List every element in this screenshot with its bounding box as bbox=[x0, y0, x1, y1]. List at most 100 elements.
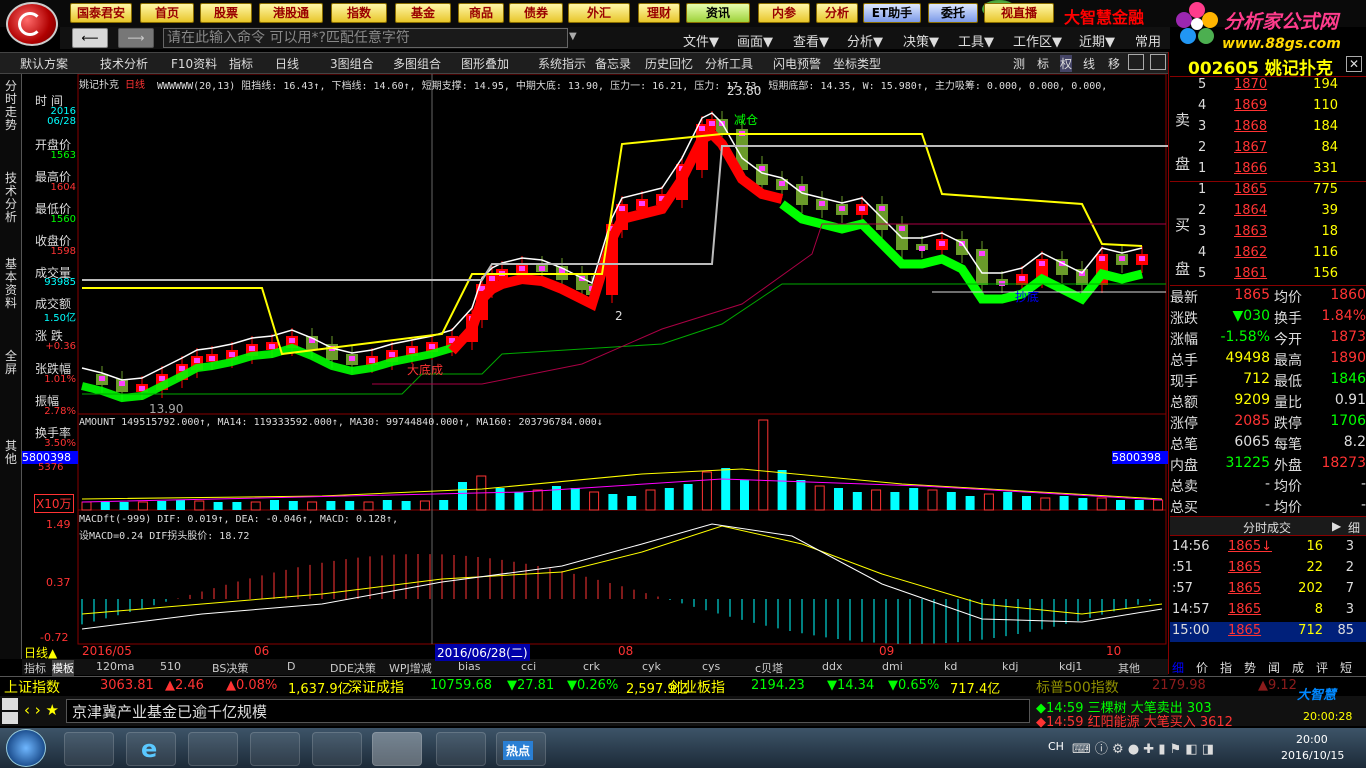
nav-button-0[interactable]: 国泰君安 bbox=[70, 3, 132, 23]
news-headline[interactable]: 京津冀产业基金已逾千亿规模 bbox=[72, 701, 267, 722]
left-tab-4[interactable]: 其他 bbox=[2, 440, 20, 466]
indicator-tab-9[interactable]: cci bbox=[521, 660, 536, 673]
indicator-tab-12[interactable]: cys bbox=[702, 660, 720, 673]
indicator-tab-16[interactable]: kd bbox=[944, 660, 957, 673]
scroll-down-button[interactable] bbox=[2, 712, 18, 724]
index-name-2[interactable]: 创业板指 bbox=[669, 677, 725, 697]
dzh-app-icon[interactable] bbox=[372, 732, 422, 766]
bid-row-1[interactable]: 2 1864 39 bbox=[1198, 203, 1366, 224]
start-button[interactable] bbox=[6, 729, 46, 767]
tray-icons[interactable]: ⌨ ⓘ ⚙ ● ✚ ▮ ⚑ ◧ ◨ bbox=[1072, 738, 1242, 757]
indicator-tab-3[interactable]: 510 bbox=[160, 660, 181, 673]
forward-button[interactable]: ⟶ bbox=[118, 28, 154, 48]
nav-button-3[interactable]: 港股通 bbox=[259, 3, 323, 23]
media-player-icon[interactable] bbox=[64, 732, 114, 766]
ask-row-0[interactable]: 5 1870 194 bbox=[1198, 77, 1366, 98]
toolbar-icon-2[interactable]: 权 bbox=[1060, 55, 1073, 72]
ticks-detail-button[interactable]: 细 bbox=[1348, 519, 1360, 536]
left-tab-0[interactable]: 分时走势 bbox=[2, 80, 20, 132]
indicator-tab-13[interactable]: c贝塔 bbox=[755, 660, 783, 676]
toolbar-icon-3[interactable]: 线 bbox=[1083, 55, 1095, 72]
indicator-tab-19[interactable]: 其他 bbox=[1118, 660, 1140, 676]
quote-tab-4[interactable]: 闻 bbox=[1268, 659, 1280, 676]
menu-item-7[interactable]: 近期▼ bbox=[1079, 31, 1115, 50]
toolbar-item-10[interactable]: 历史回忆 bbox=[645, 55, 693, 72]
toolbar-item-9[interactable]: 备忘录 bbox=[595, 55, 631, 72]
ask-row-2[interactable]: 3 1868 184 bbox=[1198, 119, 1366, 140]
ime-indicator[interactable]: CH bbox=[1048, 740, 1064, 753]
indicator-tab-2[interactable]: 120ma bbox=[96, 660, 134, 673]
nav-button-2[interactable]: 股票 bbox=[200, 3, 252, 23]
ie-browser-icon[interactable]: e bbox=[126, 732, 176, 766]
nav-button-14[interactable]: 委托 bbox=[928, 3, 978, 23]
toolbar-item-5[interactable]: 3图组合 bbox=[330, 55, 374, 72]
indicator-tab-11[interactable]: cyk bbox=[642, 660, 661, 673]
toolbar-item-8[interactable]: 系统指示 bbox=[538, 55, 586, 72]
toolbar-icon-1[interactable]: 标 bbox=[1037, 55, 1049, 72]
nav-button-9[interactable]: 理财 bbox=[638, 3, 680, 23]
folder-icon[interactable] bbox=[188, 732, 238, 766]
dropdown-icon[interactable]: ▼ bbox=[569, 31, 577, 42]
weibo-icon[interactable] bbox=[312, 732, 362, 766]
menu-item-5[interactable]: 工具▼ bbox=[958, 31, 994, 50]
nav-button-6[interactable]: 商品 bbox=[458, 3, 504, 23]
nav-button-10[interactable]: 资讯 bbox=[686, 3, 750, 23]
bid-row-3[interactable]: 4 1862 116 bbox=[1198, 245, 1366, 266]
menu-item-6[interactable]: 工作区▼ bbox=[1013, 31, 1062, 50]
toolbar-icon-0[interactable]: 测 bbox=[1013, 55, 1025, 72]
index-name-0[interactable]: 上证指数 bbox=[4, 677, 60, 697]
indicator-tab-0[interactable]: 指标 bbox=[24, 660, 46, 676]
ask-row-4[interactable]: 1 1866 331 bbox=[1198, 161, 1366, 182]
quote-tab-3[interactable]: 势 bbox=[1244, 659, 1256, 676]
toolbar-item-13[interactable]: 坐标类型 bbox=[833, 55, 881, 72]
index-name-1[interactable]: 深证成指 bbox=[348, 677, 404, 697]
command-input[interactable]: 请在此输入命令 可以用*?匹配任意字符 bbox=[163, 28, 568, 48]
indicator-tab-1[interactable]: 模板 bbox=[52, 660, 74, 676]
bid-row-2[interactable]: 3 1863 18 bbox=[1198, 224, 1366, 245]
indicator-tab-14[interactable]: ddx bbox=[822, 660, 842, 673]
toolbar-item-11[interactable]: 分析工具 bbox=[705, 55, 753, 72]
nav-button-7[interactable]: 债券 bbox=[509, 3, 563, 23]
toolbar-item-6[interactable]: 多图组合 bbox=[393, 55, 441, 72]
quote-tab-1[interactable]: 价 bbox=[1196, 659, 1208, 676]
indicator-tab-17[interactable]: kdj bbox=[1002, 660, 1018, 673]
nav-button-4[interactable]: 指数 bbox=[331, 3, 387, 23]
left-tab-1[interactable]: 技术分析 bbox=[2, 172, 20, 224]
bid-row-0[interactable]: 1 1865 775 bbox=[1198, 182, 1366, 203]
indicator-tab-7[interactable]: WPJ增减 bbox=[389, 660, 432, 676]
kline-chart[interactable]: 23.80减仓大底成13.902抄底 bbox=[22, 74, 1168, 659]
indicator-tab-18[interactable]: kdj1 bbox=[1059, 660, 1082, 673]
nav-button-15[interactable]: 视直播 bbox=[984, 3, 1054, 23]
toolbar-item-12[interactable]: 闪电预警 bbox=[773, 55, 821, 72]
nav-button-8[interactable]: 外汇 bbox=[568, 3, 630, 23]
menu-item-2[interactable]: 查看▼ bbox=[793, 31, 829, 50]
ticks-expand-icon[interactable]: ▶ bbox=[1332, 519, 1341, 533]
menu-item-0[interactable]: 文件▼ bbox=[683, 31, 719, 50]
toolbar-item-3[interactable]: 指标 bbox=[229, 55, 253, 72]
news-nav-icon[interactable]: ‹ › ★ bbox=[24, 701, 59, 719]
quote-tab-5[interactable]: 成 bbox=[1292, 659, 1304, 676]
toolbar-item-1[interactable]: 技术分析 bbox=[100, 55, 148, 72]
menu-item-3[interactable]: 分析▼ bbox=[847, 31, 883, 50]
nav-button-1[interactable]: 首页 bbox=[140, 3, 194, 23]
film-reel-icon[interactable] bbox=[250, 732, 300, 766]
indicator-tab-6[interactable]: DDE决策 bbox=[330, 660, 376, 676]
indicator-tab-5[interactable]: D bbox=[287, 660, 295, 673]
quote-tab-2[interactable]: 指 bbox=[1220, 659, 1232, 676]
menu-item-1[interactable]: 画面▼ bbox=[737, 31, 773, 50]
toolbar-item-2[interactable]: F10资料 bbox=[171, 55, 217, 72]
bid-row-4[interactable]: 5 1861 156 bbox=[1198, 266, 1366, 287]
hot-news-icon[interactable]: 热点 bbox=[496, 732, 546, 766]
ask-row-1[interactable]: 4 1869 110 bbox=[1198, 98, 1366, 119]
ask-row-3[interactable]: 2 1867 84 bbox=[1198, 140, 1366, 161]
menu-item-4[interactable]: 决策▼ bbox=[903, 31, 939, 50]
toolbar-item-4[interactable]: 日线 bbox=[275, 55, 299, 72]
quote-tab-6[interactable]: 评 bbox=[1316, 659, 1328, 676]
toolbar-icon-4[interactable]: 移 bbox=[1108, 55, 1120, 72]
scroll-up-button[interactable] bbox=[2, 698, 18, 710]
toolbar-item-7[interactable]: 图形叠加 bbox=[461, 55, 509, 72]
nav-button-11[interactable]: 内参 bbox=[758, 3, 810, 23]
close-icon[interactable]: ✕ bbox=[1346, 56, 1362, 72]
window-icon[interactable] bbox=[1128, 54, 1144, 70]
toolbar-item-0[interactable]: 默认方案 bbox=[20, 55, 68, 72]
